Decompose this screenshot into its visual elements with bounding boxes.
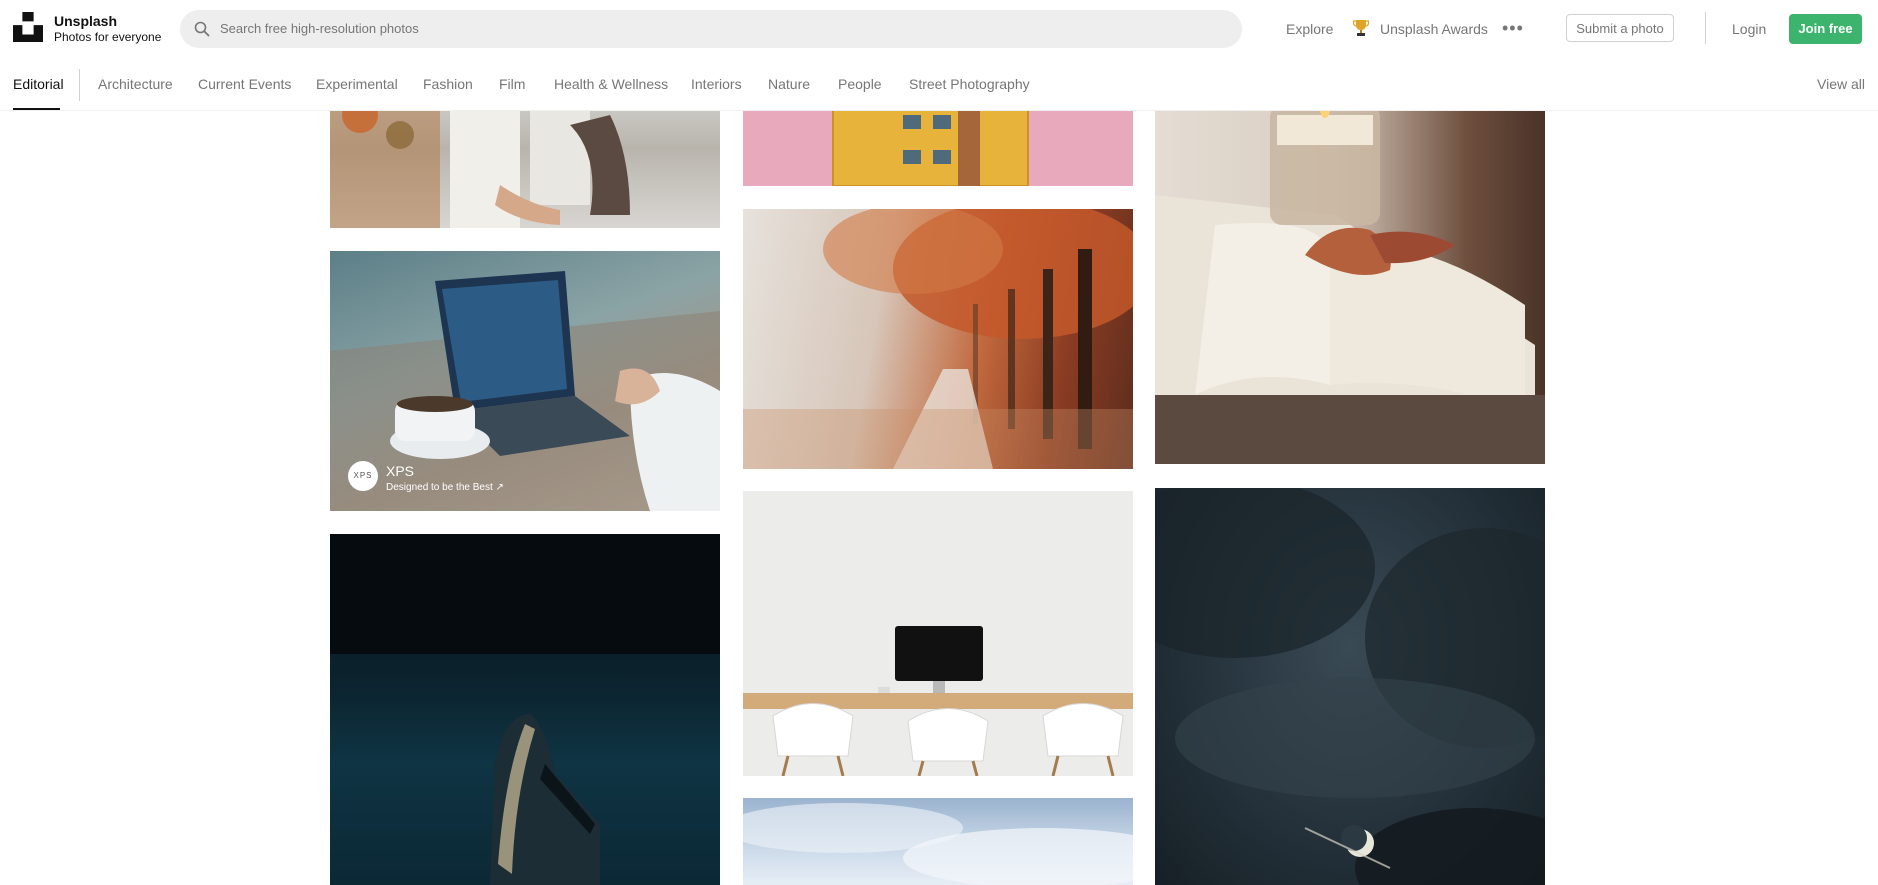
search-input[interactable]: Search free high-resolution photos [220, 21, 419, 36]
sponsor-avatar[interactable]: XPS [348, 461, 378, 491]
photo-candle-art [1155, 100, 1545, 464]
photo-forest-art [743, 209, 1133, 469]
photo-dark-sneaker[interactable] [330, 534, 720, 885]
tab-street-photography[interactable]: Street Photography [909, 76, 1030, 92]
tab-nature[interactable]: Nature [768, 76, 810, 92]
top-bar: Unsplash Photos for everyone Search free… [0, 0, 1878, 58]
sponsor-tagline-link[interactable]: Designed to be the Best ↗ [386, 482, 504, 493]
photo-white-desk-imac[interactable] [743, 491, 1133, 776]
tab-editorial[interactable]: Editorial [13, 76, 64, 92]
logo-icon[interactable] [13, 12, 43, 42]
photo-autumn-forest[interactable] [743, 209, 1133, 469]
trophy-icon [1353, 20, 1369, 36]
photo-blue-sky[interactable] [743, 798, 1133, 885]
tab-film[interactable]: Film [499, 76, 525, 92]
nav-unsplash-awards[interactable]: Unsplash Awards [1380, 21, 1488, 37]
photo-moon-art [1155, 488, 1545, 885]
topic-divider [79, 69, 80, 101]
submit-photo-button[interactable]: Submit a photo [1566, 14, 1674, 42]
search-icon[interactable] [194, 21, 210, 37]
tab-health-wellness[interactable]: Health & Wellness [554, 76, 668, 92]
join-free-button[interactable]: Join free [1789, 14, 1862, 44]
photo-wedding-art [330, 95, 630, 228]
tab-interiors[interactable]: Interiors [691, 76, 742, 92]
tab-architecture[interactable]: Architecture [98, 76, 173, 92]
active-tab-indicator [13, 108, 60, 110]
topic-nav: Editorial Architecture Current Events Ex… [0, 58, 1878, 111]
tab-fashion[interactable]: Fashion [423, 76, 473, 92]
sponsor-name[interactable]: XPS [386, 463, 414, 479]
search-bar[interactable]: Search free high-resolution photos [180, 10, 1242, 48]
login-link[interactable]: Login [1732, 21, 1766, 37]
photo-candle-book[interactable] [1155, 95, 1545, 464]
photo-desk-art [743, 626, 1133, 776]
sponsored-photo-laptop[interactable]: XPS XPS Designed to be the Best ↗ [330, 251, 720, 511]
tab-experimental[interactable]: Experimental [316, 76, 398, 92]
photo-wedding-hands[interactable] [330, 95, 720, 228]
tab-people[interactable]: People [838, 76, 882, 92]
photo-sneaker-art [330, 534, 720, 885]
nav-explore[interactable]: Explore [1286, 21, 1333, 37]
brand-tagline: Photos for everyone [54, 30, 162, 44]
photo-moon-clouds[interactable] [1155, 488, 1545, 885]
photo-sky-art [743, 803, 1133, 885]
more-icon[interactable]: ••• [1502, 19, 1524, 37]
view-all-link[interactable]: View all [1817, 76, 1865, 92]
brand-name[interactable]: Unsplash [54, 13, 117, 29]
tab-current-events[interactable]: Current Events [198, 76, 291, 92]
header-divider [1705, 12, 1706, 44]
